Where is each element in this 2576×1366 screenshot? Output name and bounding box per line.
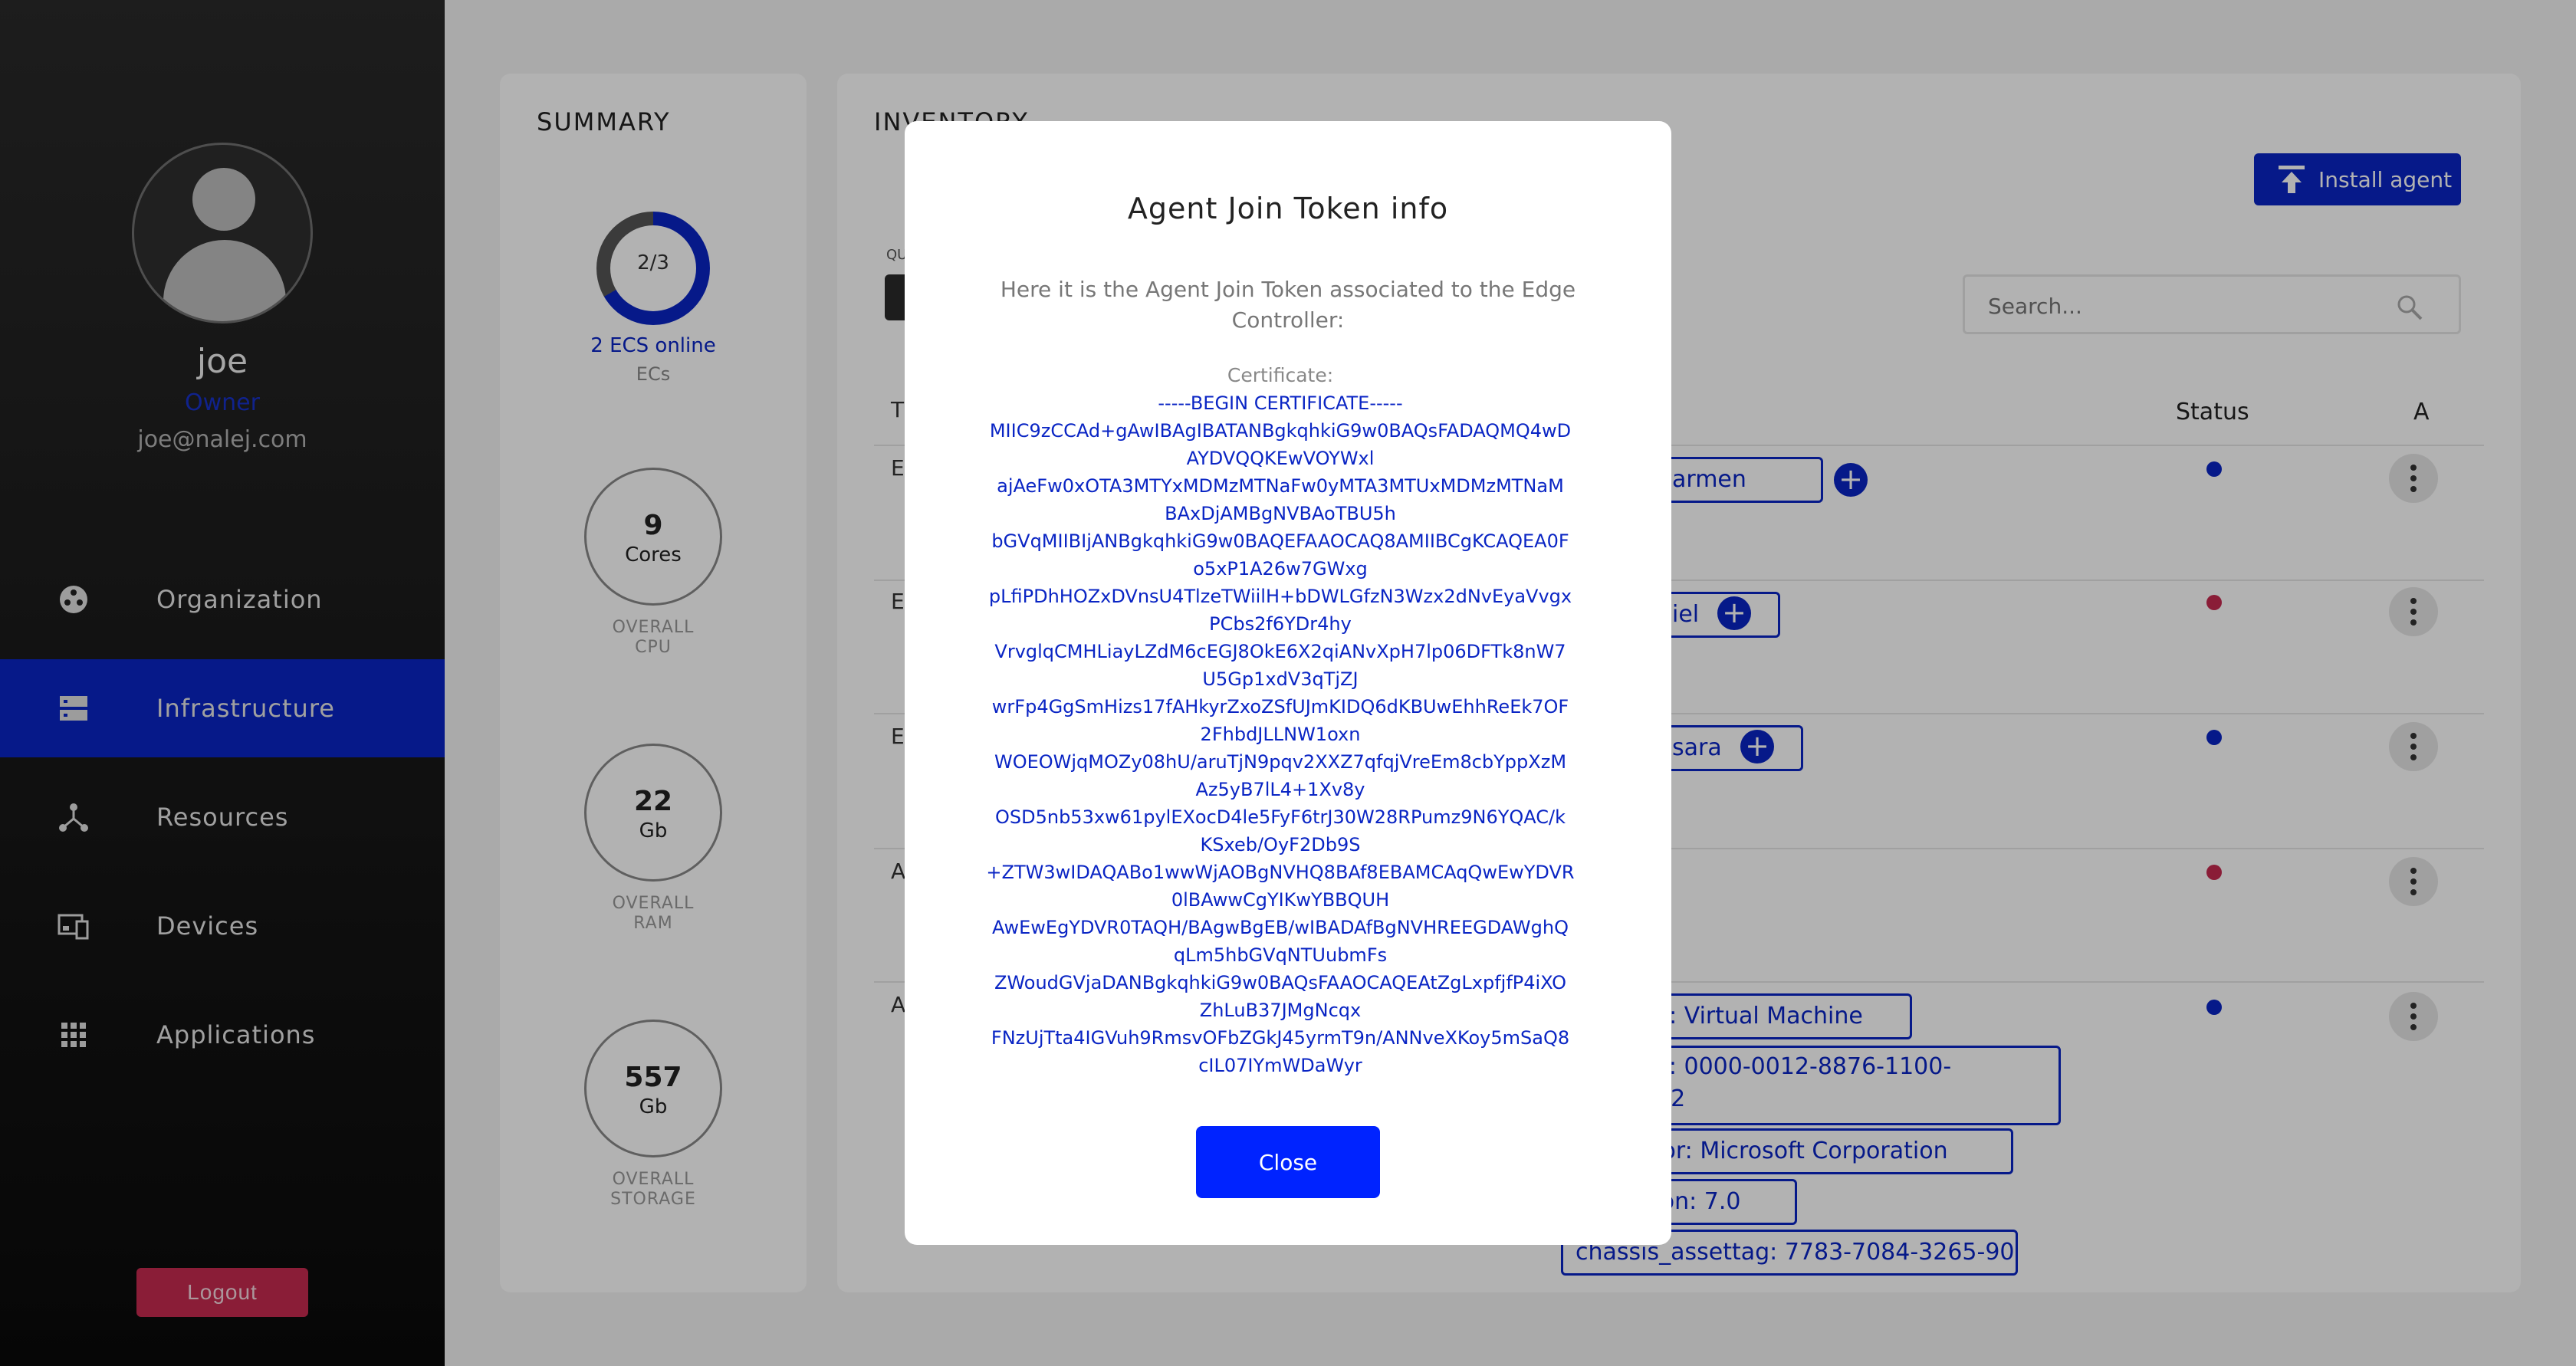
certificate-line: wrFp4GgSmHizs17fAHkyrZxoZSfUJmKIDQ6dKBUw… xyxy=(991,696,1569,717)
agent-join-token-dialog: Agent Join Token info Here it is the Age… xyxy=(905,121,1671,1245)
certificate-line: cIL07IYmWDaWyr xyxy=(1198,1055,1362,1076)
certificate-scroll-area[interactable]: Certificate: -----BEGIN CERTIFICATE-----… xyxy=(974,346,1618,1079)
certificate-label: Certificate: xyxy=(1227,364,1334,386)
certificate-line: -----BEGIN CERTIFICATE----- xyxy=(1158,392,1403,414)
certificate-line: ZWoudGVjaDANBgkqhkiG9w0BAQsFAAOCAQEAtZgL… xyxy=(994,972,1566,993)
certificate-line: OSD5nb53xw61pylEXocD4le5FyF6trJ30W28RPum… xyxy=(994,806,1566,828)
modal-title: Agent Join Token info xyxy=(1127,192,1449,225)
certificate-line: bGVqMIIBIjANBgkqhkiG9w0BAQEFAAOCAQ8AMIIB… xyxy=(991,530,1569,552)
certificate-line: ZhLuB37JMgNcqx xyxy=(1199,1000,1362,1021)
certificate-line: 2FhbdJLLNW1oxn xyxy=(1200,724,1361,745)
certificate-line: +ZTW3wIDAQABo1wwWjAOBgNVHQ8BAf8EBAMCAqQw… xyxy=(986,862,1575,883)
certificate-line: FNzUjTta4IGVuh9RmsvOFbZGkJ45yrmT9n/ANNve… xyxy=(991,1027,1570,1049)
certificate-lines: -----BEGIN CERTIFICATE----- MIIC9zCCAd+gA… xyxy=(974,389,1587,1079)
certificate-line: o5xP1A26w7GWxg xyxy=(1193,558,1368,580)
certificate-line: U5Gp1xdV3qTjZJ xyxy=(1202,668,1359,690)
certificate-line: VrvglqCMHLiayLZdM6cEGJ8OkE6X2qiANvXpH7lp… xyxy=(994,641,1566,662)
modal-description: Here it is the Agent Join Token associat… xyxy=(1000,277,1576,333)
certificate-line: ajAeFw0xOTA3MTYxMDMzMTNaFw0yMTA3MTUxMDMz… xyxy=(997,475,1564,497)
certificate-line: BAxDjAMBgNVBAoTBU5h xyxy=(1165,503,1396,524)
certificate-line: Az5yB7lL4+1Xv8y xyxy=(1195,779,1365,800)
certificate-content: Certificate: -----BEGIN CERTIFICATE-----… xyxy=(974,362,1587,1079)
certificate-line: pLfiPDhHOZxDVnsU4TlzeTWiilH+bDWLGfzN3Wzx… xyxy=(988,586,1572,607)
ecs-ring-text: 2/3 xyxy=(637,251,669,274)
certificate-line: 0lBAwwCgYIKwYBBQUH xyxy=(1171,889,1390,911)
certificate-line: MIIC9zCCAd+gAwIBAgIBATANBgkqhkiG9w0BAQsF… xyxy=(989,420,1572,442)
certificate-line: AYDVQQKEwVOYWxl xyxy=(1186,448,1375,469)
close-button[interactable]: Close xyxy=(1196,1126,1380,1198)
certificate-line: AwEwEgYDVR0TAQH/BAgwBgEB/wIBADAfBgNVHREE… xyxy=(992,917,1569,938)
certificate-line: PCbs2f6YDr4hy xyxy=(1209,613,1352,635)
certificate-line: WOEOWjqMOZy08hU/aruTjN9pqv2XXZ7qfqjVreEm… xyxy=(994,751,1567,773)
certificate-line: KSxeb/OyF2Db9S xyxy=(1200,834,1361,855)
certificate-line: qLm5hbGVqNTUubmFs xyxy=(1173,944,1388,966)
